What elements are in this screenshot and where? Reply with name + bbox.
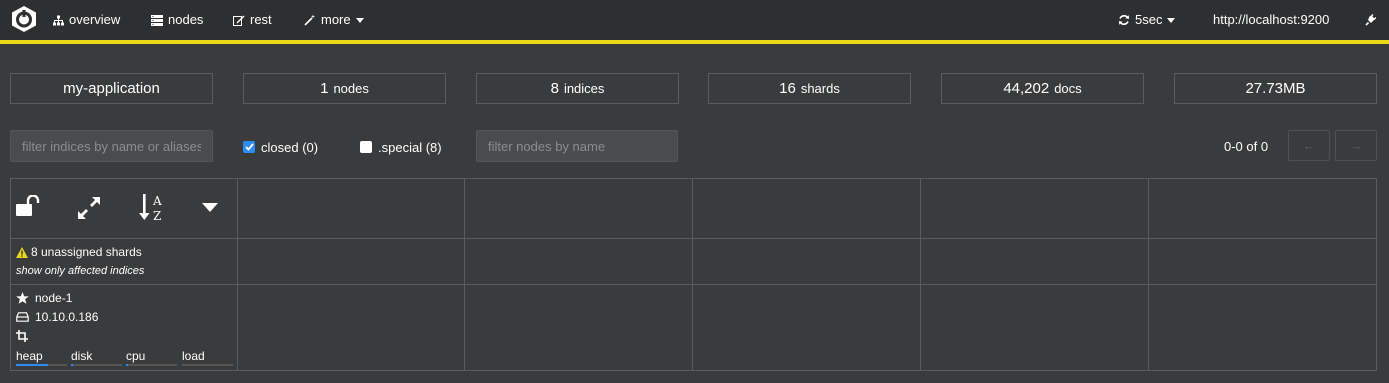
show-affected-indices-link[interactable]: show only affected indices (16, 265, 144, 277)
shards-count: 16 (779, 80, 796, 97)
refresh-interval-label: 5sec (1135, 12, 1163, 27)
hdd-icon (16, 312, 29, 322)
warning-icon (16, 246, 28, 258)
cluster-overview-grid: A Z 8 unassigned shards show only affect… (10, 178, 1377, 371)
crop-icon (16, 330, 28, 342)
heap-metric: heap (16, 349, 67, 366)
grid-divider (11, 238, 1376, 239)
host-url: http://localhost:9200 (1213, 12, 1330, 27)
top-navbar: overview nodes rest more 5sec http://loc… (0, 0, 1389, 44)
grid-divider (920, 179, 921, 370)
size-value: 27.73MB (1245, 80, 1306, 97)
expand-icon[interactable] (78, 197, 100, 219)
filter-indices-input[interactable] (10, 130, 213, 162)
nav-nodes[interactable]: nodes (151, 0, 203, 40)
shards-stat: 16 shards (708, 73, 911, 104)
nav-overview[interactable]: overview (53, 0, 120, 40)
node-name: node-1 (35, 291, 73, 305)
indices-unit: indices (563, 81, 605, 96)
disk-bar (71, 364, 122, 366)
nav-nodes-label: nodes (168, 12, 204, 27)
load-metric: load (182, 349, 233, 366)
pagination-info: 0-0 of 0 (1224, 139, 1269, 154)
node-name-row[interactable]: node-1 (16, 291, 72, 305)
cerebro-logo-icon[interactable] (10, 5, 38, 33)
refresh-icon (1119, 15, 1129, 25)
special-checkbox-box[interactable] (360, 141, 372, 153)
server-icon (151, 14, 163, 26)
nav-more-label: more (321, 12, 351, 27)
nodes-stat: 1 nodes (243, 73, 446, 104)
closed-checkbox-box[interactable] (243, 141, 255, 153)
node-crop-row[interactable] (16, 330, 28, 342)
cpu-metric: cpu (126, 349, 177, 366)
cpu-label: cpu (126, 349, 146, 363)
caret-down-icon (1167, 17, 1176, 23)
plug-icon (1365, 13, 1376, 26)
indices-stat: 8 indices (476, 73, 679, 104)
nav-overview-label: overview (69, 12, 121, 27)
arrow-left-icon: ← (1302, 138, 1316, 153)
refresh-interval-dropdown[interactable]: 5sec (1118, 0, 1176, 40)
load-label: load (182, 349, 205, 363)
closed-checkbox[interactable]: closed (0) (243, 139, 318, 155)
special-checkbox-label: .special (8) (378, 139, 442, 155)
magic-wand-icon (304, 14, 315, 26)
star-icon (16, 292, 29, 304)
size-stat: 27.73MB (1174, 73, 1377, 104)
heap-label: heap (16, 349, 43, 363)
sort-alpha-icon[interactable]: A Z (139, 192, 167, 224)
checkmark-icon (244, 143, 254, 151)
caret-down-icon (355, 17, 364, 23)
arrow-right-icon: → (1349, 138, 1363, 153)
docs-count: 44,202 (1003, 80, 1050, 97)
caret-down-icon[interactable] (202, 203, 218, 212)
closed-checkbox-label: closed (0) (261, 139, 319, 155)
docs-unit: docs (1054, 81, 1082, 96)
node-ip-row: 10.10.0.186 (16, 310, 98, 324)
docs-stat: 44,202 docs (941, 73, 1144, 104)
unassigned-shards-warning: 8 unassigned shards (16, 245, 142, 259)
nav-rest-label: rest (250, 12, 272, 27)
grid-divider (237, 179, 238, 370)
heap-bar-fill (16, 364, 48, 366)
shards-unit: shards (800, 81, 840, 96)
grid-divider (1148, 179, 1149, 370)
svg-text:Z: Z (153, 209, 161, 223)
unassigned-shards-text: 8 unassigned shards (31, 245, 142, 259)
nodes-unit: nodes (333, 81, 369, 96)
sitemap-icon (53, 15, 64, 25)
disk-bar-fill (71, 364, 73, 366)
unlock-icon[interactable] (16, 195, 42, 217)
cpu-bar (126, 364, 177, 366)
load-bar (182, 364, 233, 366)
indices-count: 8 (550, 80, 559, 97)
nodes-count: 1 (320, 80, 329, 97)
special-checkbox[interactable]: .special (8) (360, 139, 442, 155)
disk-label: disk (71, 349, 93, 363)
disk-metric: disk (71, 349, 122, 366)
heap-bar (16, 364, 67, 366)
cluster-name: my-application (63, 80, 160, 97)
grid-divider (464, 179, 465, 370)
node-ip: 10.10.0.186 (35, 310, 99, 324)
cpu-bar-fill (126, 364, 128, 366)
disconnect-button[interactable] (1364, 0, 1376, 40)
grid-divider (692, 179, 693, 370)
next-page-button[interactable]: → (1335, 130, 1377, 161)
prev-page-button[interactable]: ← (1288, 130, 1330, 161)
edit-icon (233, 15, 245, 26)
host-link[interactable]: http://localhost:9200 (1213, 0, 1329, 40)
svg-text:A: A (152, 194, 162, 208)
filter-nodes-input[interactable] (476, 130, 678, 162)
nav-rest[interactable]: rest (233, 0, 272, 40)
nav-more-dropdown[interactable]: more (304, 0, 364, 40)
cluster-name-box: my-application (10, 73, 213, 104)
grid-divider (11, 284, 1376, 285)
